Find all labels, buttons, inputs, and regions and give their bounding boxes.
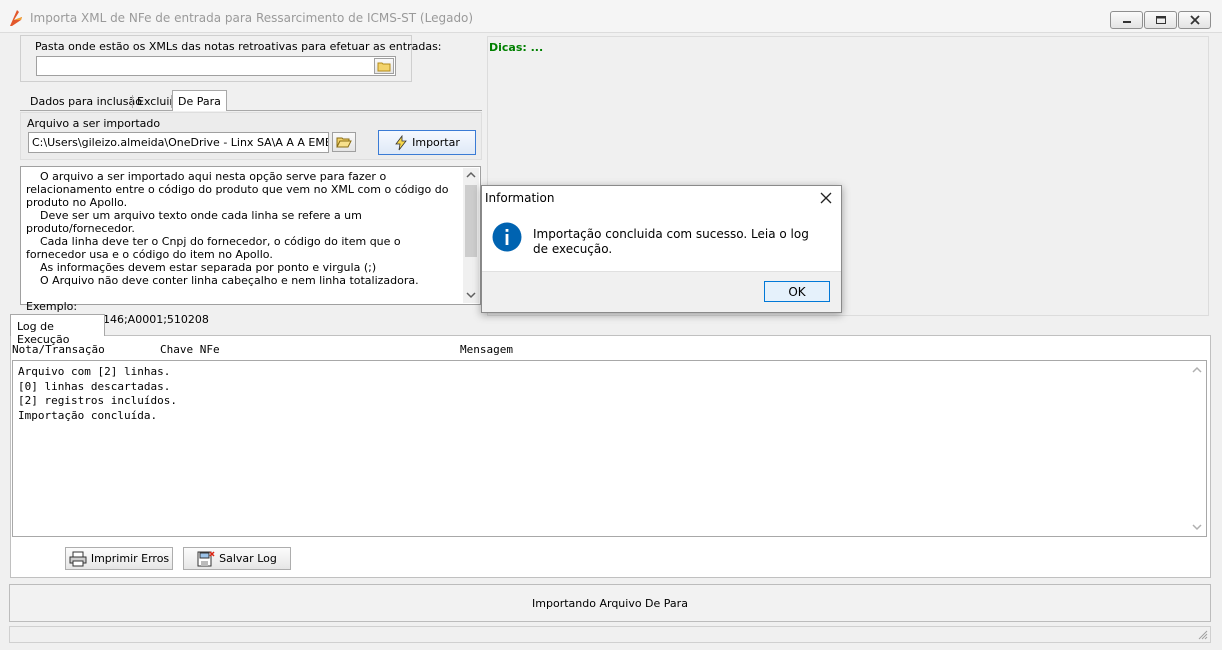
app-logo-icon xyxy=(8,9,24,27)
import-file-input[interactable]: C:\Users\gileizo.almeida\OneDrive - Linx… xyxy=(28,132,329,153)
open-folder-icon xyxy=(336,137,352,148)
close-window-button[interactable] xyxy=(1178,11,1211,29)
folder-icon xyxy=(377,62,391,71)
tips-text: Dicas: ... xyxy=(489,41,544,54)
scroll-up-icon[interactable] xyxy=(465,170,477,183)
info-line: O Arquivo não deve conter linha cabeçalh… xyxy=(26,274,419,287)
dialog-close-button[interactable] xyxy=(816,189,836,207)
window-title: Importa XML de NFe de entrada para Ressa… xyxy=(30,11,474,25)
info-line: Exemplo: xyxy=(26,300,78,313)
restore-icon xyxy=(1155,16,1166,24)
info-line: O arquivo a ser importado aqui nesta opç… xyxy=(26,170,452,209)
info-line: Deve ser um arquivo texto onde cada linh… xyxy=(26,209,366,235)
tab-log-execucao[interactable]: Log de Execução xyxy=(10,314,105,346)
scroll-down-icon[interactable] xyxy=(465,290,477,303)
save-log-label: Salvar Log xyxy=(219,552,277,565)
info-line: As informações devem estar separada por … xyxy=(26,261,377,274)
log-scroll-down-icon[interactable] xyxy=(1191,522,1203,535)
column-header-mensagem: Mensagem xyxy=(460,343,513,356)
log-memo xyxy=(12,360,1207,537)
info-text: O arquivo a ser importado aqui nesta opç… xyxy=(26,170,462,326)
lightning-icon xyxy=(395,134,407,150)
column-header-nota: Nota/Transação xyxy=(12,343,105,356)
info-scrollbar-thumb[interactable] xyxy=(465,185,477,257)
folder-label: Pasta onde estão os XMLs das notas retro… xyxy=(35,40,442,53)
save-log-icon xyxy=(197,550,215,566)
dialog-title: Information xyxy=(485,191,555,205)
close-icon xyxy=(1189,15,1200,25)
tab-de-para[interactable]: De Para xyxy=(172,90,227,111)
info-line: Cada linha deve ter o Cnpj do fornecedor… xyxy=(26,235,405,261)
printer-icon xyxy=(69,551,87,566)
ok-button[interactable]: OK xyxy=(764,281,830,302)
dialog-message: Importação concluida com sucesso. Leia o… xyxy=(533,227,809,256)
import-file-label: Arquivo a ser importado xyxy=(27,117,161,130)
log-scrollbar[interactable] xyxy=(1189,362,1205,535)
log-lines: Arquivo com [2] linhas. [0] linhas descar… xyxy=(18,365,177,423)
save-log-button[interactable]: Salvar Log xyxy=(183,547,291,570)
status-panel: Importando Arquivo De Para xyxy=(9,584,1211,622)
print-errors-label: Imprimir Erros xyxy=(90,552,170,565)
maximize-button[interactable] xyxy=(1144,11,1177,29)
minimize-button[interactable] xyxy=(1110,11,1143,29)
folder-path-input[interactable] xyxy=(36,56,396,76)
log-line: Arquivo com [2] linhas. xyxy=(18,365,171,378)
close-icon xyxy=(820,192,832,204)
status-bar xyxy=(9,626,1211,643)
minimize-icon xyxy=(1122,21,1131,23)
import-button-label: Importar xyxy=(412,136,460,149)
info-icon xyxy=(492,222,522,252)
log-line: [2] registros incluídos. xyxy=(18,394,177,407)
log-line: Importação concluída. xyxy=(18,408,158,422)
resize-grip-icon[interactable] xyxy=(1198,630,1208,643)
info-line xyxy=(26,287,462,300)
import-button[interactable]: Importar xyxy=(378,130,476,155)
status-text: Importando Arquivo De Para xyxy=(532,596,688,610)
print-errors-button[interactable]: Imprimir Erros xyxy=(65,547,173,570)
log-scroll-up-icon[interactable] xyxy=(1191,365,1203,378)
log-line: [0] linhas descartadas. xyxy=(18,379,171,393)
browse-file-button[interactable] xyxy=(332,132,356,152)
browse-folder-button[interactable] xyxy=(374,58,394,74)
tab-dados-inclusao[interactable]: Dados para inclusão xyxy=(25,91,147,111)
column-header-chave: Chave NFe xyxy=(160,343,220,356)
